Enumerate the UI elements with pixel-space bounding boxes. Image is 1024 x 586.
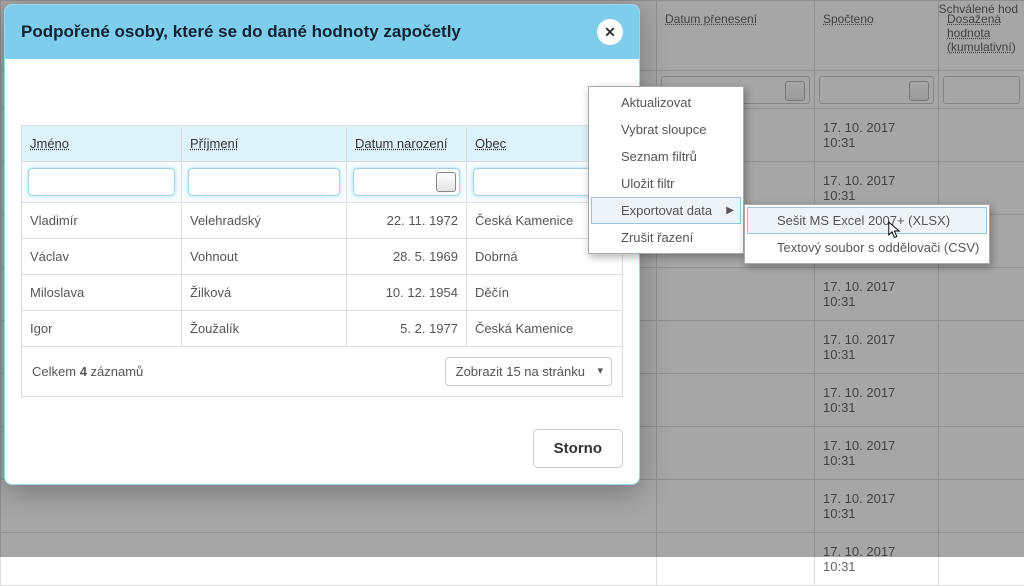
- cell-datum: 5. 2. 1977: [347, 311, 467, 347]
- cell-datum: 28. 5. 1969: [347, 239, 467, 275]
- table-row[interactable]: Vladimír Velehradský 22. 11. 1972 Česká …: [22, 203, 623, 239]
- col-prijmeni[interactable]: Příjmení: [182, 126, 347, 162]
- col-jmeno[interactable]: Jméno: [22, 126, 182, 162]
- table-row[interactable]: Miloslava Žilková 10. 12. 1954 Děčín: [22, 275, 623, 311]
- modal-dialog: Podpořené osoby, které se do dané hodnot…: [4, 4, 640, 485]
- submenu-item-xlsx[interactable]: Sešit MS Excel 2007+ (XLSX): [747, 207, 987, 234]
- menu-item-exportovat-data[interactable]: Exportovat data▶: [591, 197, 741, 224]
- cell-prijmeni: Vohnout: [182, 239, 347, 275]
- menu-item-seznam-filtru[interactable]: Seznam filtrů: [591, 143, 741, 170]
- cell-prijmeni: Žilková: [182, 275, 347, 311]
- menu-item-aktualizovat[interactable]: Aktualizovat: [591, 89, 741, 116]
- cell-jmeno: Igor: [22, 311, 182, 347]
- cell-jmeno: Vladimír: [22, 203, 182, 239]
- menu-item-zrusit-razeni[interactable]: Zrušit řazení: [591, 224, 741, 251]
- menu-item-ulozit-filtr[interactable]: Uložit filtr: [591, 170, 741, 197]
- cell-datum: 10. 12. 1954: [347, 275, 467, 311]
- cell-prijmeni: Velehradský: [182, 203, 347, 239]
- table-row[interactable]: Václav Vohnout 28. 5. 1969 Dobrná: [22, 239, 623, 275]
- close-icon: ✕: [604, 24, 616, 41]
- page-size-select[interactable]: Zobrazit 15 na stránku: [445, 357, 612, 386]
- cell-datum: 22. 11. 1972: [347, 203, 467, 239]
- filter-prijmeni[interactable]: [188, 168, 340, 196]
- col-datum-narozeni[interactable]: Datum narození: [347, 126, 467, 162]
- cell-obec: Česká Kamenice: [467, 311, 623, 347]
- table-row[interactable]: Igor Žoužalík 5. 2. 1977 Česká Kamenice: [22, 311, 623, 347]
- calendar-icon[interactable]: [436, 172, 456, 192]
- cancel-button[interactable]: Storno: [533, 429, 623, 468]
- cell-obec: Děčín: [467, 275, 623, 311]
- record-count: Celkem 4 záznamů: [32, 364, 143, 379]
- menu-item-vybrat-sloupce[interactable]: Vybrat sloupce: [591, 116, 741, 143]
- cell-jmeno: Miloslava: [22, 275, 182, 311]
- filter-jmeno[interactable]: [28, 168, 175, 196]
- chevron-right-icon: ▶: [726, 205, 734, 216]
- cell-prijmeni: Žoužalík: [182, 311, 347, 347]
- modal-title: Podpořené osoby, které se do dané hodnot…: [21, 22, 461, 42]
- context-menu: Aktualizovat Vybrat sloupce Seznam filtr…: [588, 86, 744, 254]
- data-grid: Jméno Příjmení Datum narození Obec Vladi…: [21, 125, 623, 347]
- grid-footer: Celkem 4 záznamů Zobrazit 15 na stránku: [21, 347, 623, 397]
- close-button[interactable]: ✕: [597, 19, 623, 45]
- submenu-item-csv[interactable]: Textový soubor s oddělovači (CSV): [747, 234, 987, 261]
- modal-header: Podpořené osoby, které se do dané hodnot…: [5, 5, 639, 59]
- cell-jmeno: Václav: [22, 239, 182, 275]
- context-submenu-export: Sešit MS Excel 2007+ (XLSX) Textový soub…: [744, 204, 990, 264]
